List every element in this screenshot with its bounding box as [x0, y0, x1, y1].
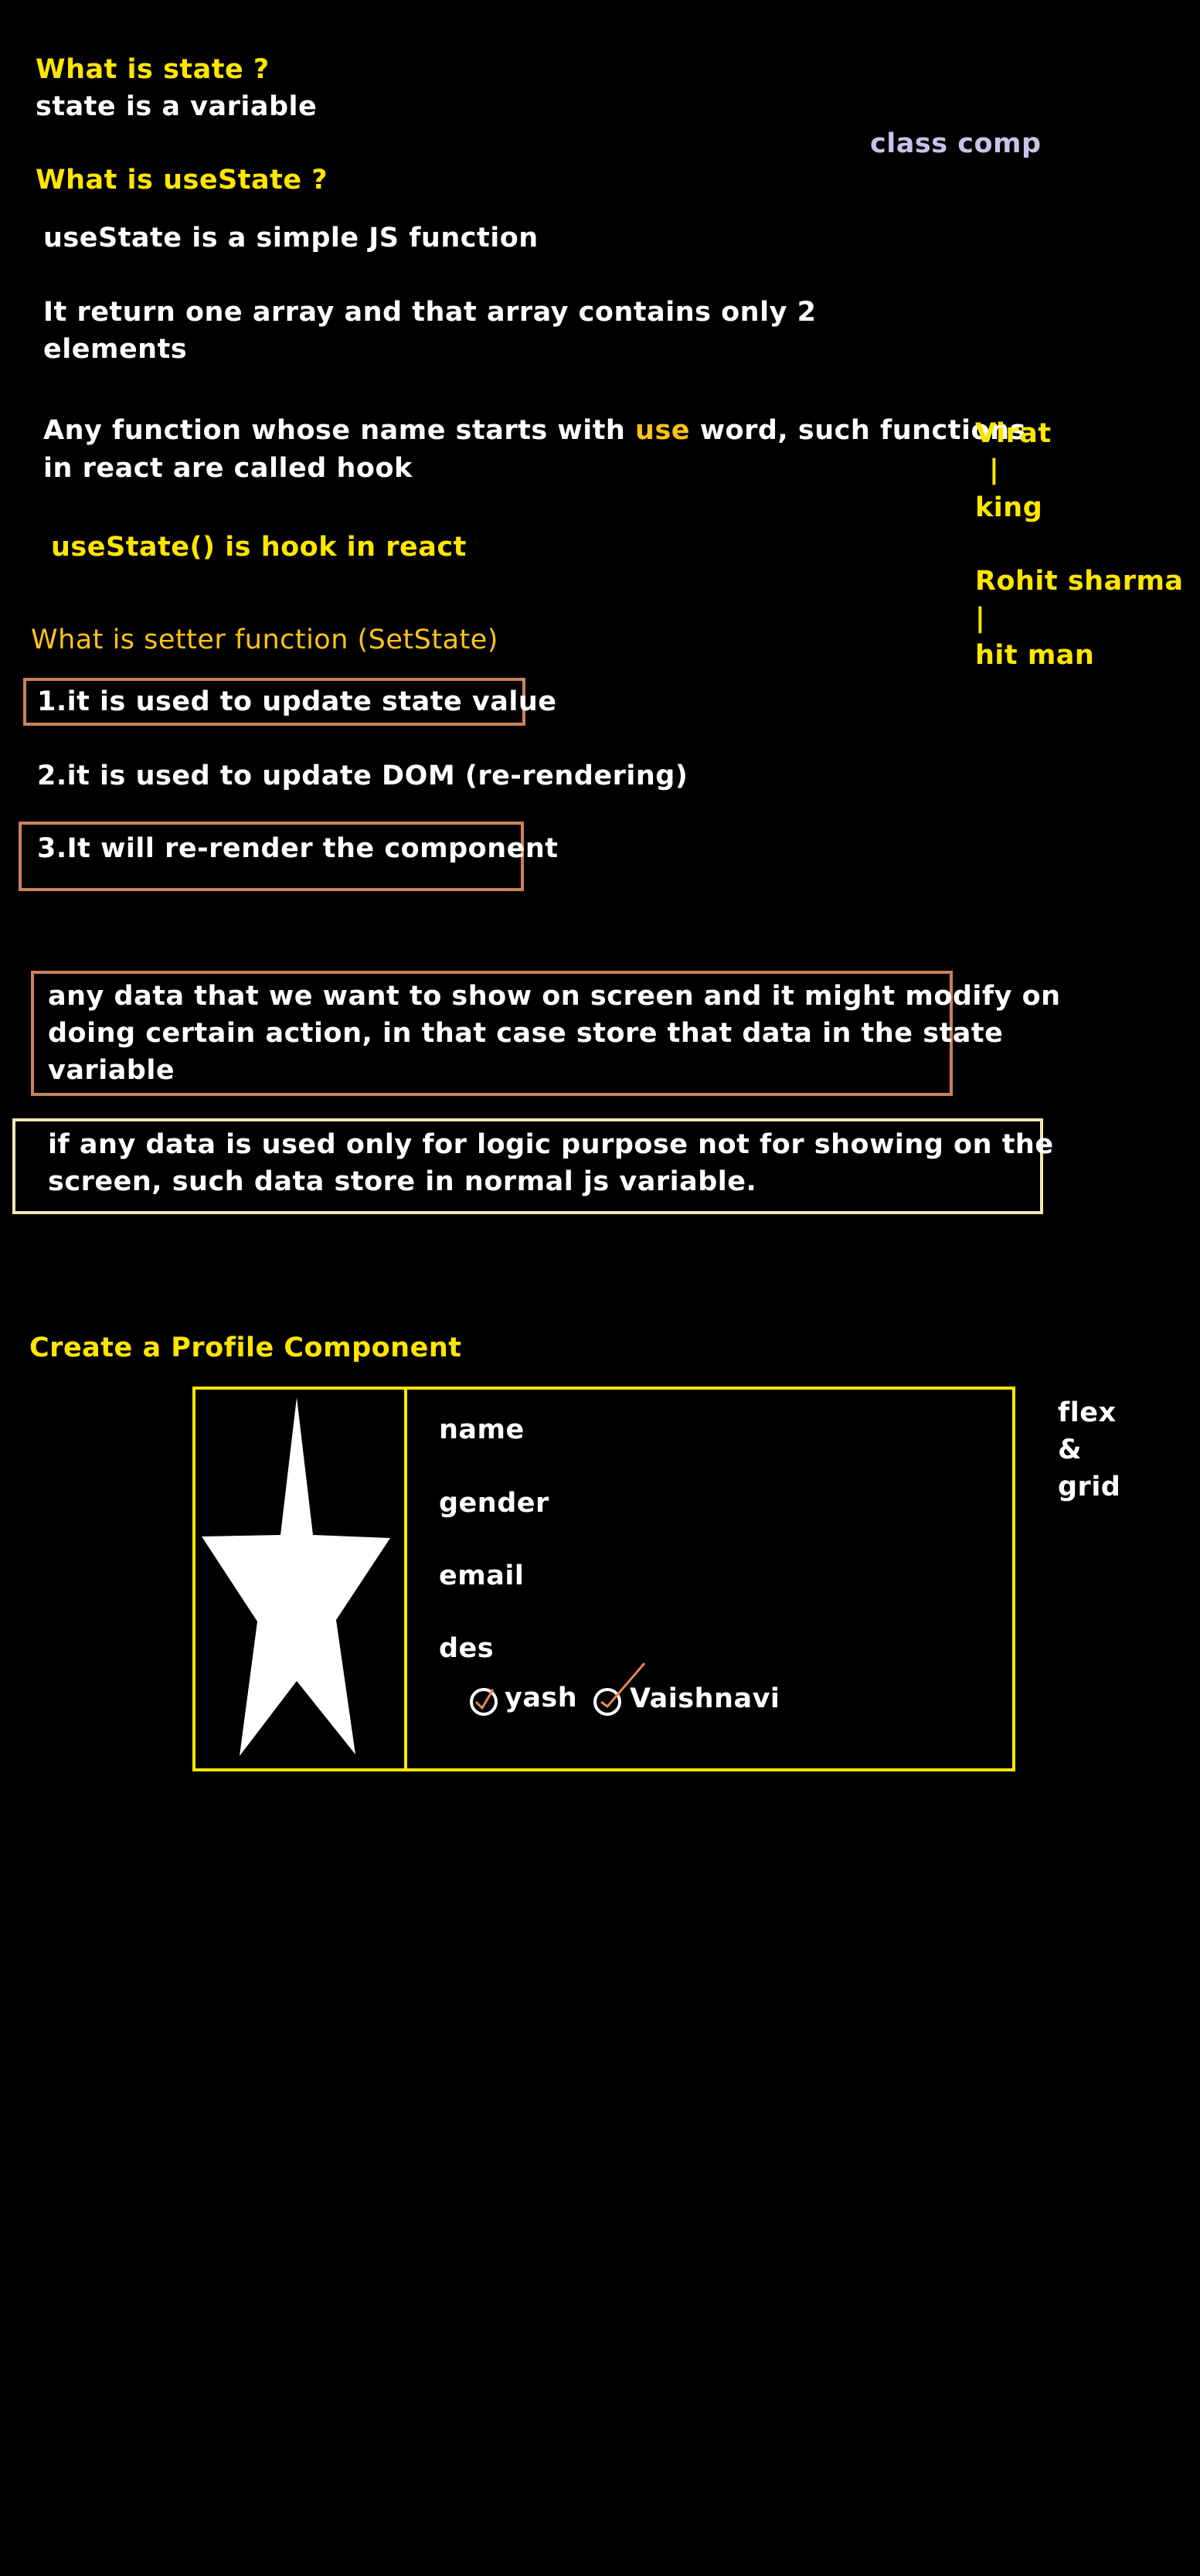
- example-separator-2: |: [975, 603, 986, 634]
- profile-field-email: email: [439, 1560, 525, 1591]
- option-yash-label[interactable]: yash: [505, 1679, 577, 1717]
- layout-note-flex: flex: [1058, 1397, 1117, 1428]
- state-usage-line-2: doing certain action, in that case store…: [48, 1018, 1004, 1049]
- profile-heading: Create a Profile Component: [29, 1332, 462, 1363]
- example-name-1: Virat: [975, 418, 1052, 449]
- usestate-line-2b: elements: [43, 334, 188, 365]
- usestate-heading: What is useState ?: [36, 165, 328, 196]
- example-nick-1: king: [975, 492, 1043, 523]
- setter-heading: What is setter function (SetState): [31, 624, 498, 655]
- usestate-line-1: useState is a simple JS function: [43, 223, 539, 254]
- profile-card-divider: [404, 1387, 407, 1771]
- js-variable-line-1: if any data is used only for logic purpo…: [48, 1129, 1054, 1160]
- option-vaishnavi-label[interactable]: Vaishnavi: [630, 1680, 780, 1717]
- class-comp-note: class comp: [870, 128, 1042, 159]
- hook-definition-line-1: Any function whose name starts with use …: [43, 415, 1026, 446]
- example-name-2: Rohit sharma: [975, 566, 1184, 597]
- hook-definition-line-2: in react are called hook: [43, 453, 413, 484]
- example-nick-2: hit man: [975, 640, 1095, 671]
- state-definition: state is a variable: [36, 91, 318, 122]
- layout-note-grid: grid: [1058, 1472, 1121, 1502]
- setter-point-1: 1.it is used to update state value: [37, 686, 557, 717]
- setter-point-2: 2.it is used to update DOM (re-rendering…: [37, 761, 688, 791]
- profile-field-des: des: [439, 1633, 495, 1664]
- js-variable-line-2: screen, such data store in normal js var…: [48, 1166, 757, 1197]
- state-usage-line-1: any data that we want to show on screen …: [48, 981, 1061, 1012]
- avatar-star-icon: [202, 1397, 390, 1756]
- usestate-line-2a: It return one array and that array conta…: [43, 297, 817, 328]
- setter-point-3: 3.It will re-render the component: [37, 833, 559, 864]
- option-yash-radio-icon[interactable]: [467, 1683, 501, 1719]
- use-keyword: use: [635, 415, 691, 446]
- profile-field-gender: gender: [439, 1488, 549, 1519]
- state-usage-line-3: variable: [48, 1055, 175, 1086]
- hook-statement: useState() is hook in react: [51, 532, 467, 563]
- layout-note-ampersand: &: [1058, 1434, 1083, 1465]
- state-heading: What is state ?: [36, 54, 270, 85]
- profile-field-name: name: [439, 1414, 525, 1445]
- example-separator-1: |: [989, 454, 1000, 485]
